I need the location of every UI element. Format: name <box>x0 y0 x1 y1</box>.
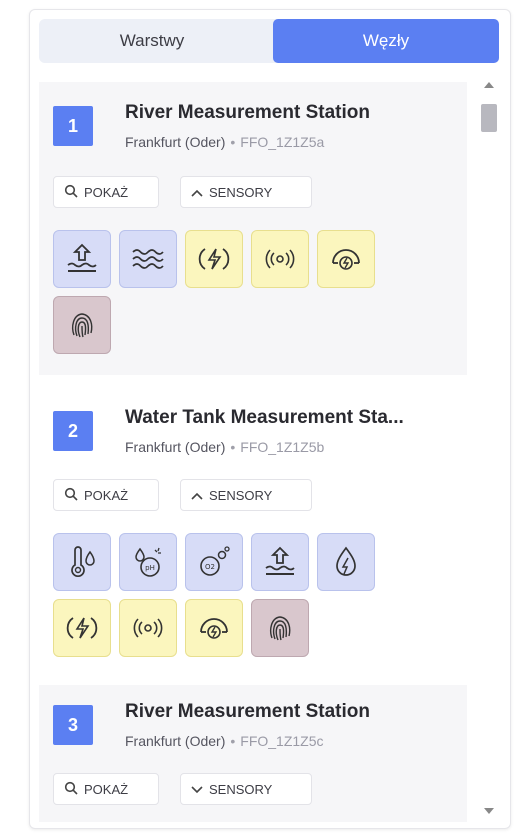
water-level-icon <box>67 243 97 272</box>
chevron-up-icon <box>191 487 203 503</box>
tab-nodes[interactable]: Węzły <box>273 19 499 63</box>
water-level-icon <box>265 546 295 575</box>
sensors-button-label: SENSORY <box>209 781 273 797</box>
sensors-toggle-button[interactable]: SENSORY <box>180 479 312 511</box>
oxygen-icon: O2 <box>200 546 230 576</box>
show-button[interactable]: POKAŻ <box>53 479 159 511</box>
node-city: Frankfurt (Oder) <box>125 439 226 455</box>
search-icon <box>64 487 78 504</box>
sensor-water-level[interactable] <box>53 230 111 288</box>
scroll-down-icon[interactable] <box>484 808 494 814</box>
temperature-icon <box>71 546 95 578</box>
scrollbar[interactable] <box>478 70 500 822</box>
node-number: 3 <box>53 705 93 745</box>
nodes-panel: Warstwy Węzły 1 River Measurement Statio… <box>29 9 511 829</box>
node-number: 1 <box>53 106 93 146</box>
show-button-label: POKAŻ <box>84 781 129 797</box>
sensor-waves[interactable] <box>119 230 177 288</box>
show-button-label: POKAŻ <box>84 184 129 200</box>
sensors-button-label: SENSORY <box>209 184 273 200</box>
battery-gauge-icon <box>332 249 360 270</box>
sensor-power[interactable] <box>53 599 111 657</box>
sensor-fingerprint[interactable] <box>53 296 111 354</box>
show-button-label: POKAŻ <box>84 487 129 503</box>
node-number: 2 <box>53 411 93 451</box>
node-code: FFO_1Z1Z5c <box>240 733 324 749</box>
sensor-ph[interactable]: pH <box>119 533 177 591</box>
power-icon <box>198 248 230 270</box>
node-title: River Measurement Station <box>125 102 370 123</box>
chevron-down-icon <box>191 781 203 797</box>
scroll-thumb[interactable] <box>481 104 497 132</box>
chevron-up-icon <box>191 184 203 200</box>
sensor-fingerprint[interactable] <box>251 599 309 657</box>
fingerprint-icon <box>72 313 93 338</box>
sensor-signal[interactable] <box>119 599 177 657</box>
tab-layers[interactable]: Warstwy <box>39 19 265 63</box>
node-card: 1 River Measurement Station Frankfurt (O… <box>39 82 467 375</box>
conductivity-icon <box>336 546 356 576</box>
sensors-toggle-button[interactable]: SENSORY <box>180 773 312 805</box>
power-icon <box>66 617 98 639</box>
sensor-water-level[interactable] <box>251 533 309 591</box>
node-city: Frankfurt (Oder) <box>125 733 226 749</box>
battery-gauge-icon <box>200 618 228 639</box>
show-button[interactable]: POKAŻ <box>53 773 159 805</box>
node-title: River Measurement Station <box>125 701 370 722</box>
node-list: 1 River Measurement Station Frankfurt (O… <box>39 82 467 822</box>
node-subtitle: Frankfurt (Oder) • FFO_1Z1Z5b <box>125 439 325 455</box>
sensor-oxygen[interactable]: O2 <box>185 533 243 591</box>
node-card: 3 River Measurement Station Frankfurt (O… <box>39 685 467 822</box>
node-title: Water Tank Measurement Sta... <box>125 407 404 428</box>
sensors-button-label: SENSORY <box>209 487 273 503</box>
sensor-battery-gauge[interactable] <box>317 230 375 288</box>
svg-text:pH: pH <box>145 564 155 572</box>
node-code: FFO_1Z1Z5a <box>240 134 325 150</box>
ph-icon: pH <box>135 547 161 577</box>
sensor-signal[interactable] <box>251 230 309 288</box>
waves-icon <box>132 249 164 269</box>
signal-icon <box>133 618 163 638</box>
fingerprint-icon <box>270 616 291 641</box>
tab-bar: Warstwy Węzły <box>39 19 499 63</box>
sensors-toggle-button[interactable]: SENSORY <box>180 176 312 208</box>
show-button[interactable]: POKAŻ <box>53 176 159 208</box>
sensor-battery-gauge[interactable] <box>185 599 243 657</box>
sensor-temperature[interactable] <box>53 533 111 591</box>
signal-icon <box>265 249 295 269</box>
node-subtitle: Frankfurt (Oder) • FFO_1Z1Z5c <box>125 733 324 749</box>
sensor-power[interactable] <box>185 230 243 288</box>
svg-text:O2: O2 <box>205 563 215 571</box>
node-city: Frankfurt (Oder) <box>125 134 226 150</box>
node-code: FFO_1Z1Z5b <box>240 439 325 455</box>
node-subtitle: Frankfurt (Oder) • FFO_1Z1Z5a <box>125 134 325 150</box>
node-card: 2 Water Tank Measurement Sta... Frankfur… <box>39 389 467 676</box>
search-icon <box>64 781 78 798</box>
search-icon <box>64 184 78 201</box>
scroll-up-icon[interactable] <box>484 82 494 88</box>
sensor-conductivity[interactable] <box>317 533 375 591</box>
